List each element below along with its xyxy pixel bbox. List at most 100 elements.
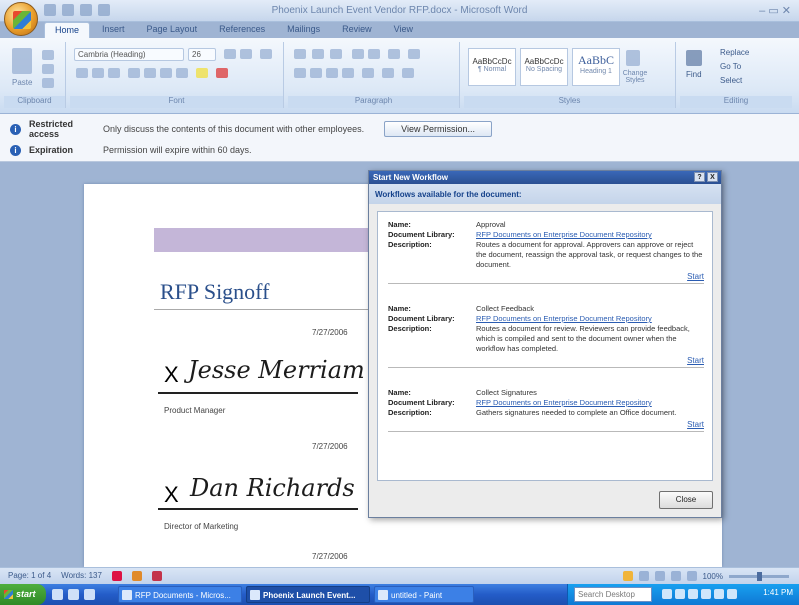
paste-label[interactable]: Paste	[12, 78, 32, 87]
permission-icon[interactable]	[131, 571, 142, 581]
clipboard-group: Paste Clipboard	[4, 42, 66, 108]
tab-insert[interactable]: Insert	[92, 22, 135, 38]
justify-icon[interactable]	[342, 68, 354, 78]
zoom-level[interactable]: 100%	[703, 572, 723, 581]
print-layout-icon[interactable]	[622, 571, 633, 581]
style-heading-1[interactable]: AaBbC Heading 1	[572, 48, 620, 86]
increase-indent-icon[interactable]	[368, 49, 380, 59]
office-button[interactable]	[4, 2, 38, 36]
goto-button[interactable]: Go To	[720, 62, 741, 71]
highlight-icon[interactable]	[196, 68, 208, 78]
show-hide-icon[interactable]	[408, 49, 420, 59]
strikethrough-icon[interactable]	[128, 68, 140, 78]
cut-icon[interactable]	[42, 50, 54, 60]
change-styles-label[interactable]: Change Styles	[622, 70, 648, 84]
word-count[interactable]: Words: 137	[61, 571, 102, 581]
decrease-indent-icon[interactable]	[352, 49, 364, 59]
change-case-icon[interactable]	[176, 68, 188, 78]
desktop-search-input[interactable]: Search Desktop	[574, 587, 652, 602]
align-right-icon[interactable]	[326, 68, 338, 78]
find-button[interactable]: Find	[686, 70, 702, 79]
outline-icon[interactable]	[670, 571, 681, 581]
folder-icon[interactable]	[84, 589, 95, 600]
macro-icon[interactable]	[151, 571, 162, 581]
style-no-spacing[interactable]: AaBbCcDc No Spacing	[520, 48, 568, 86]
library-link[interactable]: RFP Documents on Enterprise Document Rep…	[476, 230, 652, 240]
browser-icon[interactable]	[52, 589, 63, 600]
copy-icon[interactable]	[42, 64, 54, 74]
binoculars-icon[interactable]	[686, 50, 702, 66]
tab-view[interactable]: View	[384, 22, 423, 38]
start-collect-signatures-link[interactable]: Start	[388, 420, 704, 429]
library-link[interactable]: RFP Documents on Enterprise Document Rep…	[476, 398, 652, 408]
subscript-icon[interactable]	[144, 68, 156, 78]
align-center-icon[interactable]	[310, 68, 322, 78]
format-painter-icon[interactable]	[42, 78, 54, 88]
shrink-font-icon[interactable]	[240, 49, 252, 59]
tab-review[interactable]: Review	[332, 22, 382, 38]
tab-references[interactable]: References	[209, 22, 275, 38]
tab-page-layout[interactable]: Page Layout	[137, 22, 208, 38]
description-key: Description:	[388, 324, 432, 333]
replace-button[interactable]: Replace	[720, 48, 749, 57]
task-paint[interactable]: untitled - Paint	[374, 586, 474, 603]
messenger-icon[interactable]	[714, 589, 724, 599]
shading-icon[interactable]	[382, 68, 394, 78]
bold-icon[interactable]	[76, 68, 88, 78]
library-link[interactable]: RFP Documents on Enterprise Document Rep…	[476, 314, 652, 324]
grow-font-icon[interactable]	[224, 49, 236, 59]
font-color-icon[interactable]	[216, 68, 228, 78]
zoom-slider[interactable]	[729, 571, 789, 581]
zoom-knob[interactable]	[757, 571, 762, 581]
task-phoenix-launch[interactable]: Phoenix Launch Event...	[246, 586, 370, 603]
tab-home[interactable]: Home	[44, 22, 91, 38]
page-count[interactable]: Page: 1 of 4	[8, 571, 51, 581]
borders-icon[interactable]	[402, 68, 414, 78]
task-rfp-documents[interactable]: RFP Documents - Micros...	[118, 586, 242, 603]
bullets-icon[interactable]	[294, 49, 306, 59]
change-styles-icon[interactable]	[626, 50, 640, 66]
clear-format-icon[interactable]	[260, 49, 272, 59]
superscript-icon[interactable]	[160, 68, 172, 78]
style-name: No Spacing	[525, 66, 563, 73]
paste-icon[interactable]	[12, 48, 32, 74]
network-icon[interactable]	[662, 589, 672, 599]
multilevel-list-icon[interactable]	[330, 49, 342, 59]
style-normal[interactable]: AaBbCcDc ¶ Normal	[468, 48, 516, 86]
line-spacing-icon[interactable]	[362, 68, 374, 78]
task-label: untitled - Paint	[391, 591, 443, 600]
title-bar: Phoenix Launch Event Vendor RFP.docx - M…	[0, 0, 799, 22]
numbering-icon[interactable]	[312, 49, 324, 59]
help-button[interactable]: ?	[694, 172, 705, 182]
web-layout-icon[interactable]	[654, 571, 665, 581]
proofing-icon[interactable]	[111, 571, 122, 581]
font-name-dropdown[interactable]: Cambria (Heading)	[74, 48, 184, 61]
sort-icon[interactable]	[388, 49, 400, 59]
align-left-icon[interactable]	[294, 68, 306, 78]
tab-mailings[interactable]: Mailings	[277, 22, 330, 38]
draft-icon[interactable]	[686, 571, 697, 581]
signature-date: 7/27/2006	[312, 442, 348, 451]
close-button[interactable]: Close	[659, 491, 713, 509]
signature-name: Jesse Merriam	[188, 356, 365, 384]
security-icon[interactable]	[688, 589, 698, 599]
view-permission-button[interactable]: View Permission...	[384, 121, 492, 137]
volume-icon[interactable]	[675, 589, 685, 599]
sync-icon[interactable]	[727, 589, 737, 599]
underline-icon[interactable]	[108, 68, 120, 78]
windows-flag-icon	[4, 590, 13, 599]
update-icon[interactable]	[701, 589, 711, 599]
start-approval-link[interactable]: Start	[388, 272, 704, 281]
library-key: Document Library:	[388, 230, 455, 239]
clock[interactable]: 1:41 PM	[763, 588, 793, 597]
start-button[interactable]: start	[0, 584, 46, 605]
full-screen-icon[interactable]	[638, 571, 649, 581]
font-size-dropdown[interactable]: 26	[188, 48, 216, 61]
start-collect-feedback-link[interactable]: Start	[388, 356, 704, 365]
media-icon[interactable]	[68, 589, 79, 600]
italic-icon[interactable]	[92, 68, 104, 78]
select-button[interactable]: Select	[720, 76, 742, 85]
info-icon: i	[10, 144, 21, 156]
dialog-close-icon[interactable]: X	[707, 172, 718, 182]
window-controls[interactable]: – ▭ ✕	[759, 4, 791, 17]
